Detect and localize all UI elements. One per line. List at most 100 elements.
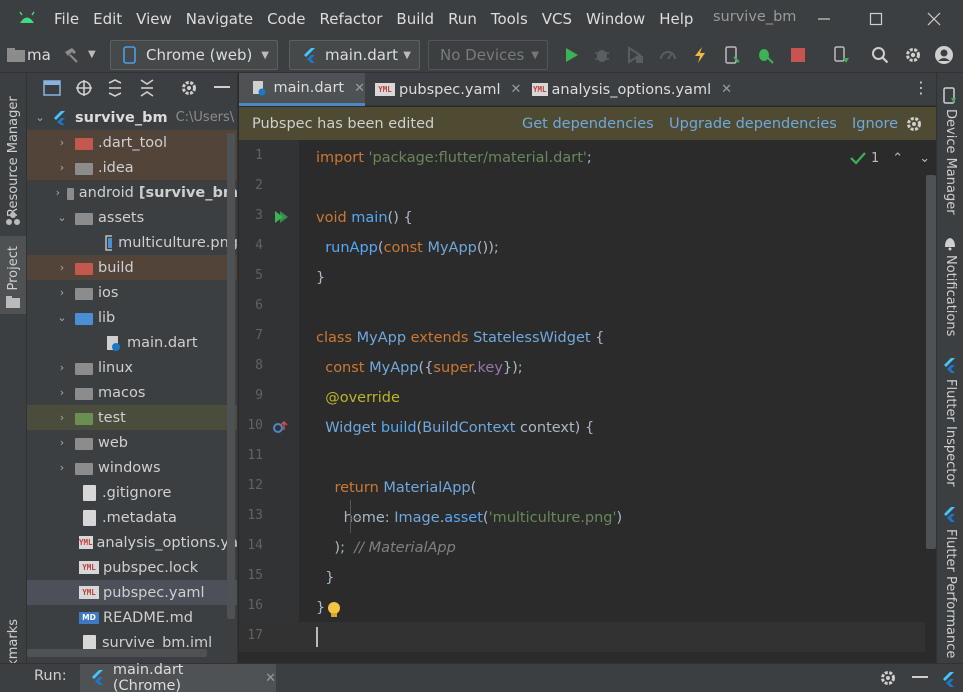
vcs-hammer-icon[interactable] (60, 43, 84, 67)
flutter-performance-tab[interactable]: Flutter Performance (943, 529, 958, 658)
tree-item-macos[interactable]: › macos (27, 380, 237, 405)
tree-item-analysis-options[interactable]: YML analysis_options.yaml (27, 530, 237, 555)
menu-run[interactable]: Run (448, 10, 477, 28)
tree-item-pubspec-lock[interactable]: YML pubspec.lock (27, 555, 237, 580)
menu-tools[interactable]: Tools (491, 10, 528, 28)
tree-h-scrollbar[interactable] (27, 649, 207, 657)
menu-refactor[interactable]: Refactor (319, 10, 382, 28)
flutter-icon[interactable] (943, 507, 957, 523)
minimize-button[interactable] (810, 5, 838, 33)
close-icon[interactable]: ✕ (354, 81, 365, 96)
minimize-icon[interactable] (912, 676, 928, 680)
settings-button[interactable] (901, 43, 925, 67)
tab-analysis-options[interactable]: YML analysis_options.yaml ✕ (532, 73, 732, 106)
project-short-name[interactable]: ma (27, 46, 51, 64)
device-manager-button[interactable] (829, 43, 853, 67)
hot-reload-button[interactable] (688, 43, 712, 67)
menu-build[interactable]: Build (396, 10, 434, 28)
device-label: No Devices (440, 46, 525, 64)
tree-item-main-dart[interactable]: main.dart (27, 330, 237, 355)
tree-scrollbar[interactable] (227, 133, 235, 619)
tree-item-ios[interactable]: › ios (27, 280, 237, 305)
stop-button[interactable] (786, 43, 810, 67)
hide-panel-button[interactable] (211, 77, 233, 99)
tree-item-multiculture-png[interactable]: multiculture.png (27, 230, 237, 255)
tree-item-pubspec-yaml[interactable]: YML pubspec.yaml (27, 580, 237, 605)
close-icon[interactable]: ✕ (265, 671, 276, 686)
run-tab-main-dart[interactable]: main.dart (Chrome) ✕ (80, 662, 276, 692)
run-gutter-icon[interactable] (274, 210, 288, 224)
override-gutter-icon[interactable] (272, 420, 288, 436)
menu-edit[interactable]: Edit (93, 10, 122, 28)
tree-item-lib[interactable]: ⌄ lib (27, 305, 237, 330)
flutter-icon[interactable] (943, 358, 957, 374)
tree-item-windows[interactable]: › windows (27, 455, 237, 480)
ignore-link[interactable]: Ignore (852, 116, 898, 132)
bell-icon[interactable] (943, 235, 957, 251)
run-config-select[interactable]: Chrome (web) ▼ (110, 40, 278, 70)
project-options-button[interactable] (178, 77, 200, 99)
resource-manager-tab[interactable]: Resource Manager (6, 87, 21, 217)
tree-item-readme[interactable]: MD README.md (27, 605, 237, 630)
account-button[interactable] (932, 43, 956, 67)
attach-debugger-button[interactable] (753, 43, 777, 67)
text-file-icon (83, 509, 96, 526)
notifications-tab[interactable]: Notifications (943, 255, 958, 336)
menu-navigate[interactable]: Navigate (186, 10, 253, 28)
menu-help[interactable]: Help (659, 10, 693, 28)
device-manager-icon[interactable] (943, 87, 957, 105)
profile-button[interactable] (656, 43, 680, 67)
more-tabs-icon[interactable]: ⋮ (913, 79, 929, 99)
device-select[interactable]: No Devices ▼ (428, 40, 548, 70)
tree-item-android[interactable]: › android [survive_bm (27, 180, 237, 205)
flutter-icon[interactable] (942, 672, 956, 688)
lightbulb-icon[interactable] (327, 601, 341, 619)
tree-item-build[interactable]: › build (27, 255, 237, 280)
chevron-down-icon[interactable]: ⌄ (919, 151, 930, 166)
upgrade-dependencies-link[interactable]: Upgrade dependencies (669, 116, 837, 132)
close-icon[interactable]: ✕ (721, 82, 732, 97)
project-folder-icon[interactable] (4, 43, 28, 67)
editor-scrollbar[interactable] (926, 175, 936, 549)
chevron-up-icon[interactable]: ⌃ (892, 151, 903, 166)
tree-item-test[interactable]: › test (27, 405, 237, 430)
resource-manager-icon[interactable] (5, 211, 21, 225)
file-config-select[interactable]: main.dart ▼ (289, 40, 420, 70)
inspection-widget[interactable]: 1 ⌃ ⌄ (850, 148, 930, 168)
tab-pubspec-yaml[interactable]: YML pubspec.yaml ✕ (375, 73, 525, 106)
menu-code[interactable]: Code (267, 10, 305, 28)
gear-icon[interactable] (879, 669, 897, 687)
menu-view[interactable]: View (136, 10, 172, 28)
attach-device-button[interactable] (720, 43, 744, 67)
select-opened-file-button[interactable] (41, 77, 63, 99)
chevron-down-icon: ▼ (261, 49, 269, 61)
tree-item-gitignore[interactable]: .gitignore (27, 480, 237, 505)
expand-all-button[interactable] (104, 77, 126, 99)
menu-window[interactable]: Window (586, 10, 645, 28)
menu-file[interactable]: File (54, 10, 79, 28)
tree-item-idea[interactable]: › .idea (27, 155, 237, 180)
gear-icon[interactable] (905, 115, 923, 133)
close-window-button[interactable] (920, 5, 948, 33)
locate-button[interactable] (73, 77, 95, 99)
menu-vcs[interactable]: VCS (542, 10, 572, 28)
chevron-down-icon[interactable]: ▼ (88, 49, 96, 60)
coverage-button[interactable] (623, 43, 647, 67)
collapse-all-button[interactable] (136, 77, 158, 99)
tab-main-dart[interactable]: main.dart ✕ (239, 73, 365, 106)
tree-item-assets[interactable]: ⌄ assets (27, 205, 237, 230)
close-icon[interactable]: ✕ (510, 82, 521, 97)
maximize-button[interactable] (862, 5, 890, 33)
device-manager-tab[interactable]: Device Manager (943, 109, 958, 215)
tree-item-dart-tool[interactable]: › .dart_tool (27, 130, 237, 155)
search-button[interactable] (868, 43, 892, 67)
debug-button[interactable] (590, 43, 614, 67)
tree-item-web[interactable]: › web (27, 430, 237, 455)
tree-item-linux[interactable]: › linux (27, 355, 237, 380)
project-tab[interactable]: Project (0, 236, 26, 314)
run-button[interactable] (559, 43, 583, 67)
flutter-inspector-tab[interactable]: Flutter Inspector (943, 379, 958, 487)
tree-root[interactable]: ⌄ survive_bm C:\Users\ (27, 105, 237, 130)
get-dependencies-link[interactable]: Get dependencies (522, 116, 654, 132)
tree-item-metadata[interactable]: .metadata (27, 505, 237, 530)
